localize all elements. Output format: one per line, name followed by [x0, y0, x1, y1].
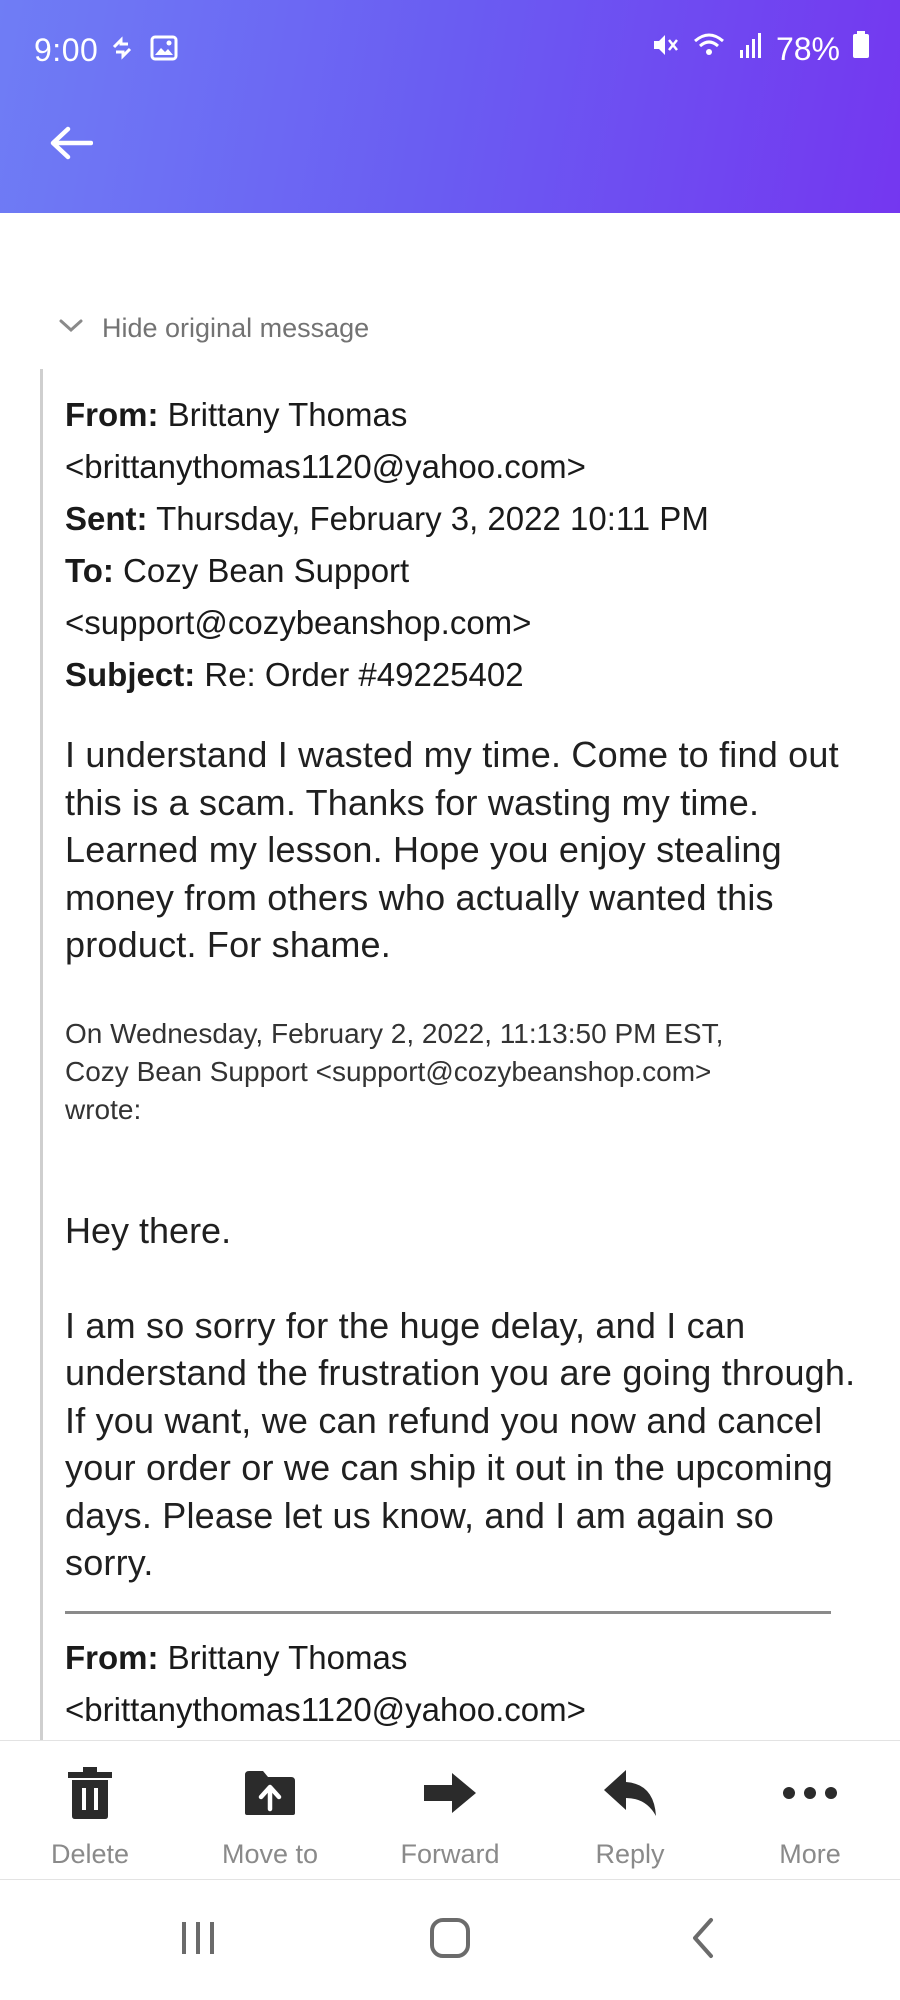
hide-original-toggle[interactable]: Hide original message: [58, 313, 369, 344]
message-body: I understand I wasted my time. Come to f…: [65, 734, 839, 965]
status-bar: 9:00 78%: [0, 0, 900, 73]
back-button[interactable]: [38, 115, 104, 175]
attribution-line-3: wrote:: [65, 1093, 142, 1125]
image-icon: [150, 33, 178, 70]
next-message-header: From: Brittany Thomas <brittanythomas112…: [65, 1632, 865, 1736]
forward-button[interactable]: Forward: [360, 1741, 540, 1881]
subject-line: Subject: Re: Order #49225402: [65, 649, 865, 701]
status-time: 9:00: [34, 32, 99, 68]
quote-attribution: On Wednesday, February 2, 2022, 11:13:50…: [65, 1015, 865, 1129]
reply-arrow-icon: [600, 1763, 660, 1823]
trash-icon: [60, 1763, 120, 1823]
next-from-email[interactable]: <brittanythomas1120@yahoo.com>: [65, 1684, 865, 1736]
message-divider: [65, 1610, 831, 1614]
arrow-left-icon: [49, 125, 94, 166]
move-to-button[interactable]: Move to: [180, 1741, 360, 1881]
more-button[interactable]: More: [720, 1741, 900, 1881]
quoted-message-inner: From: Brittany Thomas <brittanythomas112…: [65, 369, 865, 1736]
mute-icon: [650, 30, 680, 68]
home-button[interactable]: [420, 1916, 480, 1964]
system-back-button[interactable]: [672, 1916, 732, 1964]
quoted-message: From: Brittany Thomas <brittanythomas112…: [40, 369, 870, 1740]
subject-value: Re: Order #49225402: [204, 656, 524, 693]
forward-label: Forward: [400, 1839, 500, 1869]
recent-apps-button[interactable]: [168, 1916, 228, 1964]
message-header: From: Brittany Thomas <brittanythomas112…: [65, 389, 865, 701]
chevron-left-icon: [687, 1916, 717, 1965]
to-name: Cozy Bean Support: [123, 552, 410, 589]
from-email[interactable]: <brittanythomas1120@yahoo.com>: [65, 441, 865, 493]
wifi-icon: [692, 30, 726, 68]
reply-label: Reply: [595, 1839, 665, 1869]
app-bar: [0, 73, 900, 213]
subject-label: Subject:: [65, 656, 196, 693]
folder-move-icon: [240, 1763, 300, 1823]
battery-icon: [852, 30, 870, 68]
sent-line: Sent: Thursday, February 3, 2022 10:11 P…: [65, 493, 865, 545]
home-icon: [428, 1916, 472, 1965]
action-bar: Delete Move to Forward Reply More: [0, 1740, 900, 1880]
reply-greeting: Hey there.: [65, 1209, 232, 1251]
attribution-line-1: On Wednesday, February 2, 2022, 11:13:50…: [65, 1017, 724, 1049]
more-label: More: [779, 1839, 841, 1869]
sent-label: Sent:: [65, 500, 148, 537]
sync-icon: [108, 33, 136, 70]
more-dots-icon: [780, 1763, 840, 1823]
to-line: To: Cozy Bean Support: [65, 545, 865, 597]
from-line: From: Brittany Thomas: [65, 389, 865, 441]
system-nav-bar: [0, 1880, 900, 2000]
forward-arrow-icon: [420, 1763, 480, 1823]
to-label: To:: [65, 552, 114, 589]
from-label: From:: [65, 396, 159, 433]
status-right-icons: 78%: [650, 30, 870, 68]
move-to-label: Move to: [221, 1839, 319, 1869]
from-name: Brittany Thomas: [167, 396, 408, 433]
next-from-label: From:: [65, 1638, 159, 1676]
delete-button[interactable]: Delete: [0, 1741, 180, 1881]
attribution-line-2: Cozy Bean Support <support@cozybeanshop.…: [65, 1055, 712, 1087]
delete-label: Delete: [50, 1839, 130, 1869]
hide-original-label: Hide original message: [102, 313, 370, 343]
status-left-icons: [108, 33, 178, 70]
next-from-line: From: Brittany Thomas: [65, 1632, 865, 1684]
next-from-name: Brittany Thomas: [167, 1638, 408, 1676]
battery-percent: 78%: [775, 30, 840, 67]
signal-icon: [738, 30, 764, 68]
sent-value: Thursday, February 3, 2022 10:11 PM: [156, 500, 709, 537]
email-content: Hide original message From: Brittany Tho…: [0, 213, 900, 1740]
recent-apps-icon: [178, 1918, 218, 1963]
reply-button[interactable]: Reply: [540, 1741, 720, 1881]
to-email[interactable]: <support@cozybeanshop.com>: [65, 597, 865, 649]
chevron-down-icon: [58, 317, 84, 340]
reply-body: I am so sorry for the huge delay, and I …: [65, 1304, 856, 1584]
